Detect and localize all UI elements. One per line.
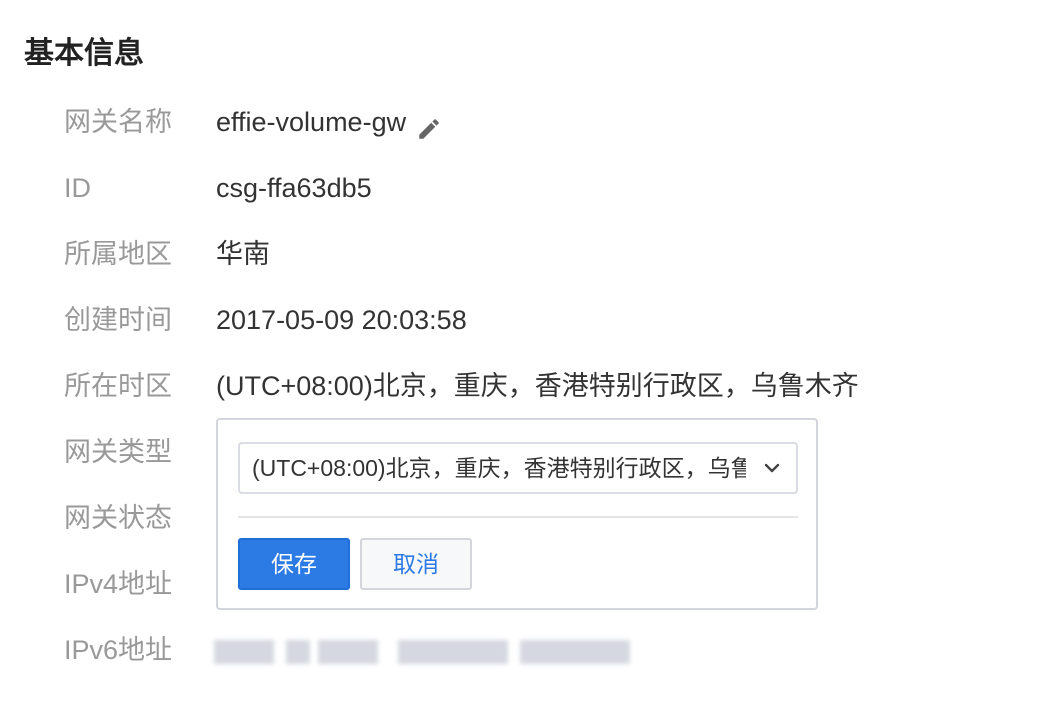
gateway-name-text: effie-volume-gw [216, 107, 407, 137]
field-value-id: csg-ffa63db5 [216, 173, 372, 203]
field-row-id: ID csg-ffa63db5 [0, 166, 1052, 210]
field-row-name: 网关名称 effie-volume-gw [0, 100, 1052, 144]
timezone-select-value: (UTC+08:00)北京，重庆，香港特别行政区，乌鲁木齐 [252, 455, 746, 481]
section-title: 基本信息 [24, 37, 144, 70]
chevron-down-icon [762, 458, 782, 478]
field-label-status: 网关状态 [64, 503, 172, 533]
field-row-timezone: 所在时区 (UTC+08:00)北京，重庆，香港特别行政区，乌鲁木齐 [0, 364, 1052, 408]
popover-divider [238, 516, 798, 518]
timezone-select[interactable]: (UTC+08:00)北京，重庆，香港特别行政区，乌鲁木齐 [238, 442, 798, 494]
field-label-timezone: 所在时区 [64, 371, 172, 401]
field-label-ipv6: IPv6地址 [64, 635, 173, 665]
field-label-id: ID [64, 173, 91, 203]
field-label-type: 网关类型 [64, 437, 172, 467]
field-row-region: 所属地区 华南 [0, 232, 1052, 276]
pencil-icon[interactable] [416, 111, 442, 139]
field-value-timezone: (UTC+08:00)北京，重庆，香港特别行政区，乌鲁木齐 [216, 371, 859, 401]
save-button[interactable]: 保存 [238, 538, 350, 590]
field-value-region: 华南 [216, 239, 270, 269]
field-value-created: 2017-05-09 20:03:58 [216, 305, 467, 335]
ipv6-redacted-value [214, 640, 634, 664]
timezone-editor-popover: (UTC+08:00)北京，重庆，香港特别行政区，乌鲁木齐 保存 取消 [216, 418, 818, 610]
field-row-ipv6: IPv6地址 [0, 628, 1052, 672]
field-label-created: 创建时间 [64, 305, 172, 335]
field-label-ipv4: IPv4地址 [64, 569, 173, 599]
field-label-region: 所属地区 [64, 239, 172, 269]
cancel-button[interactable]: 取消 [360, 538, 472, 590]
field-row-created: 创建时间 2017-05-09 20:03:58 [0, 298, 1052, 342]
field-value-name: effie-volume-gw [216, 100, 442, 144]
field-label-name: 网关名称 [64, 107, 172, 137]
